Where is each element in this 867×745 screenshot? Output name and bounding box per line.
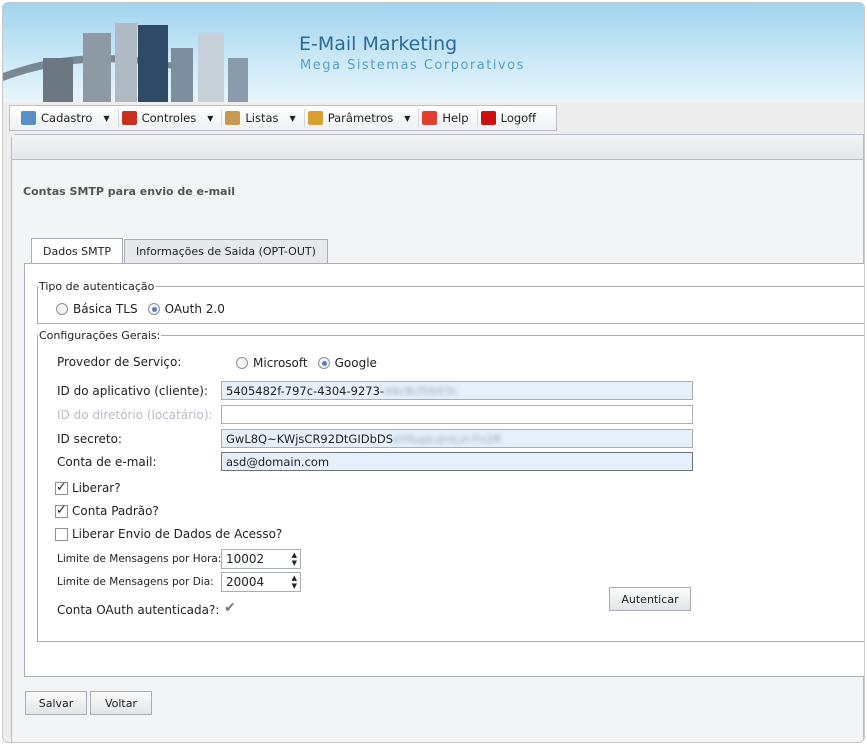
menu-label: Listas — [245, 111, 279, 125]
general-legend: Configurações Gerais: — [39, 329, 161, 342]
radio-basic-tls[interactable] — [56, 303, 68, 315]
auth-type-legend: Tipo de autenticação — [39, 280, 155, 293]
menu-label: Cadastro — [41, 111, 93, 125]
dir-id-input[interactable] — [221, 405, 693, 424]
secret-input[interactable]: GwL8Q~KWjsCR92DtGIDbDSeYKupLqrsLsl-Fo2R — [221, 429, 693, 448]
stepper-arrows-icon: ▲ ▼ — [291, 551, 297, 567]
save-button[interactable]: Salvar — [25, 691, 87, 715]
auth-type-fieldset: Tipo de autenticação Básica TLS OAuth 2.… — [37, 280, 864, 324]
radio-oauth2[interactable] — [147, 303, 160, 315]
day-limit-label: Limite de Mensagens por Dia: — [57, 576, 214, 588]
checkbox-label: Liberar Envio de Dados de Acesso? — [72, 527, 283, 541]
city-skyline-logo — [3, 23, 248, 102]
menu-help[interactable]: Help — [419, 109, 478, 127]
email-input[interactable]: asd@domain.com — [221, 452, 693, 471]
hour-limit-label: Limite de Mensagens por Hora: — [57, 553, 222, 565]
radio-label: Básica TLS — [73, 302, 138, 316]
back-button[interactable]: Voltar — [90, 691, 152, 715]
page-title: Contas SMTP para envio de e-mail — [23, 185, 235, 198]
email-label: Conta de e-mail: — [57, 455, 157, 469]
menu-controles[interactable]: Controles ▼ — [119, 109, 223, 127]
radio-microsoft[interactable] — [236, 357, 248, 369]
menu-label: Parâmetros — [327, 111, 394, 125]
lock-icon — [480, 111, 496, 125]
menu-listas[interactable]: Listas ▼ — [222, 109, 305, 127]
chevron-down-icon[interactable]: ▼ — [290, 114, 296, 123]
stepper-arrows-icon: ▲ ▼ — [291, 574, 297, 590]
checkbox-label: Conta Padrão? — [72, 504, 159, 518]
chevron-down-icon[interactable]: ▼ — [103, 114, 109, 123]
checkbox-label: Liberar? — [72, 481, 121, 495]
ruler-icon — [307, 111, 323, 125]
envio-checkbox[interactable] — [55, 527, 68, 541]
dir-id-label: ID do diretório (locatário): — [57, 408, 213, 422]
menu-label: Controles — [141, 111, 197, 125]
menu-logoff[interactable]: Logoff — [478, 109, 545, 127]
app-id-input[interactable]: 5405482f-797c-4304-9273-d4c8cf0b03c — [221, 381, 693, 400]
menu-cadastro[interactable]: Cadastro ▼ — [18, 109, 119, 127]
authenticate-button[interactable]: Autenticar — [609, 587, 691, 611]
clipboard-icon — [225, 111, 241, 125]
radio-google[interactable] — [317, 357, 330, 369]
chevron-down-icon[interactable]: ▼ — [404, 114, 410, 123]
provider-label: Provedor de Serviço: — [57, 355, 182, 369]
book-icon — [21, 111, 36, 125]
general-fieldset: Configurações Gerais: Provedor de Serviç… — [37, 329, 864, 642]
radio-label: Google — [334, 356, 377, 370]
tab-bar: Dados SMTP Informações de Saida (OPT-OUT… — [31, 238, 329, 263]
panel-header-strip — [12, 135, 863, 160]
radio-label: Microsoft — [253, 356, 308, 370]
app-title: E-Mail Marketing — [299, 33, 458, 55]
app-id-label: ID do aplicativo (cliente): — [57, 384, 209, 398]
menu-label: Logoff — [500, 111, 537, 125]
app-subtitle: Mega Sistemas Corporativos — [300, 58, 525, 73]
tab-panel: Tipo de autenticação Básica TLS OAuth 2.… — [24, 263, 864, 677]
menu-parâmetros[interactable]: Parâmetros ▼ — [305, 109, 420, 127]
day-limit-stepper[interactable]: 20004 ▲ ▼ — [221, 572, 301, 592]
content-panel: Contas SMTP para envio de e-mail Dados S… — [11, 134, 864, 742]
menu-label: Help — [442, 111, 469, 125]
header-banner: E-Mail Marketing Mega Sistemas Corporati… — [3, 3, 864, 102]
radio-label: OAuth 2.0 — [164, 302, 225, 316]
lifebuoy-icon — [422, 111, 438, 125]
chevron-down-icon[interactable]: ▼ — [207, 114, 213, 123]
secret-label: ID secreto: — [57, 432, 122, 446]
padrao-checkbox[interactable]: ✓ — [55, 504, 68, 518]
controls-icon — [121, 111, 137, 125]
main-menu: Cadastro ▼ Controles ▼ Listas ▼ Parâmetros ▼ Hel… — [9, 105, 557, 131]
liberar-checkbox[interactable]: ✓ — [55, 481, 68, 495]
tab-dados-smtp[interactable]: Dados SMTP — [31, 238, 123, 263]
check-icon: ✔ — [224, 600, 236, 616]
app-window: E-Mail Marketing Mega Sistemas Corporati… — [2, 2, 865, 743]
oauth-status-label: Conta OAuth autenticada?: — [57, 603, 220, 617]
hour-limit-stepper[interactable]: 10002 ▲ ▼ — [221, 549, 301, 569]
tab-opt-out[interactable]: Informações de Saida (OPT-OUT) — [123, 239, 328, 263]
